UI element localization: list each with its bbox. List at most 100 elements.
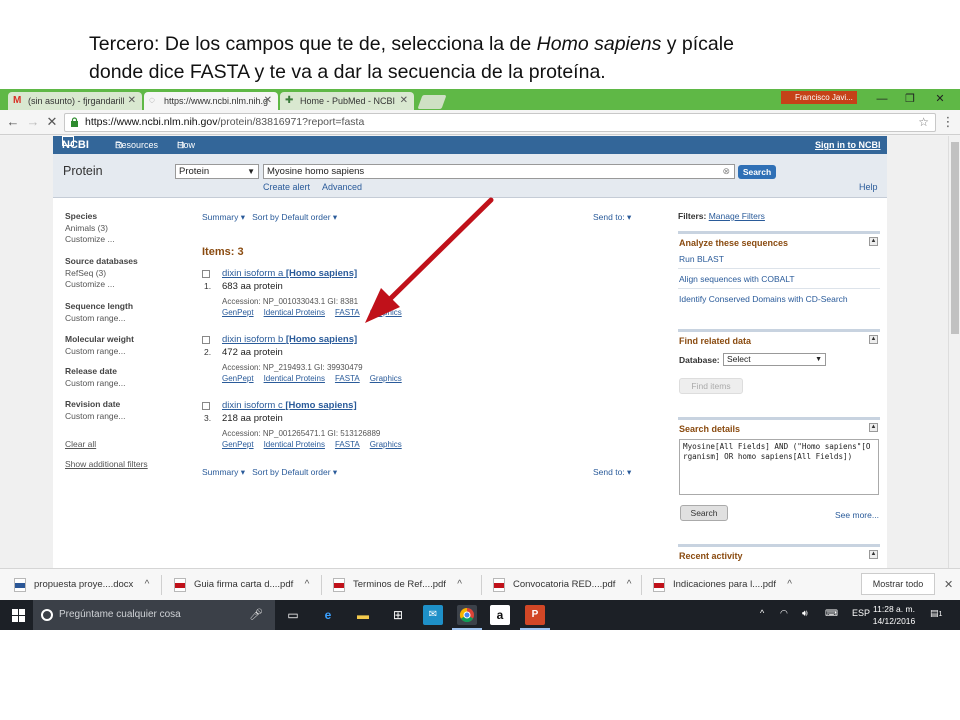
sort-dropdown[interactable]: Sort by Default order ▾ <box>252 467 337 477</box>
genpept-link[interactable]: GenPept <box>222 374 254 383</box>
show-additional-filters-link[interactable]: Show additional filters <box>65 459 148 469</box>
app-icon[interactable]: ✉ <box>423 605 443 625</box>
download-item[interactable]: Indicaciones para l....pdf ^ <box>651 576 792 594</box>
identical-proteins-link[interactable]: Identical Proteins <box>264 440 325 449</box>
chevron-up-icon[interactable]: ^ <box>305 576 310 594</box>
system-clock[interactable]: 11:28 a. m. 14/12/2016 <box>870 603 918 627</box>
keyboard-icon[interactable]: ⌨ <box>825 608 838 619</box>
wifi-icon[interactable]: ◠ <box>780 608 788 619</box>
cobalt-link[interactable]: Align sequences with COBALT <box>679 274 795 284</box>
result-title-link[interactable]: dixin isoform c [Homo sapiens] <box>222 400 357 411</box>
facet-customize[interactable]: Customize ... <box>65 234 115 244</box>
menu-kebab-icon[interactable]: ⋮ <box>941 115 955 129</box>
graphics-link[interactable]: Graphics <box>370 308 402 317</box>
search-details-textarea[interactable]: Myosine[All Fields] AND ("Homo sapiens"[… <box>679 439 879 495</box>
search-button[interactable]: Search <box>738 165 776 179</box>
result-checkbox[interactable] <box>202 402 210 410</box>
collapse-icon[interactable]: ▲ <box>869 423 878 432</box>
collapse-icon[interactable]: ▲ <box>869 335 878 344</box>
windows-start-icon[interactable] <box>12 609 25 622</box>
microphone-icon[interactable]: 🎤︎ <box>249 600 263 630</box>
scrollbar-thumb[interactable] <box>951 142 959 334</box>
cd-search-link[interactable]: Identify Conserved Domains with CD-Searc… <box>679 294 848 304</box>
chevron-up-icon[interactable]: ^ <box>627 576 632 594</box>
result-checkbox[interactable] <box>202 336 210 344</box>
profile-badge[interactable]: Francisco Javi... <box>781 91 857 104</box>
find-items-button[interactable]: Find items <box>679 378 743 394</box>
result-title-link[interactable]: dixin isoform a [Homo sapiens] <box>222 268 357 279</box>
download-item[interactable]: propuesta proye....docx ^ <box>12 576 149 594</box>
facet-item[interactable]: Animals (3) <box>65 223 108 233</box>
store-icon[interactable]: ⊞ <box>388 605 408 625</box>
run-blast-link[interactable]: Run BLAST <box>679 254 724 264</box>
chevron-up-icon[interactable]: ^ <box>787 576 792 594</box>
address-bar[interactable]: https://www.ncbi.nlm.nih.gov/protein/838… <box>64 113 936 132</box>
collapse-icon[interactable]: ▲ <box>869 550 878 559</box>
tab-ncbi-protein[interactable]: ◌ https://www.ncbi.nlm.nih.g ✕ <box>144 92 278 110</box>
manage-filters-link[interactable]: Manage Filters <box>709 211 765 221</box>
related-database-select[interactable]: Select ▼ <box>723 353 826 366</box>
graphics-link[interactable]: Graphics <box>370 440 402 449</box>
clear-input-icon[interactable]: ⊗ <box>722 165 730 178</box>
stop-icon[interactable]: ✕ <box>45 115 59 129</box>
file-explorer-icon[interactable]: ▬ <box>353 605 373 625</box>
sign-in-link[interactable]: Sign in to NCBI <box>815 136 881 154</box>
powerpoint-icon[interactable]: P <box>525 605 545 625</box>
back-arrow-icon[interactable]: ← <box>6 115 20 129</box>
new-tab-button[interactable] <box>417 95 447 109</box>
fasta-link[interactable]: FASTA <box>335 308 360 317</box>
facet-custom-range[interactable]: Custom range... <box>65 411 125 421</box>
fasta-link[interactable]: FASTA <box>335 374 360 383</box>
see-more-link[interactable]: See more... <box>835 510 879 520</box>
advanced-search-link[interactable]: Advanced <box>322 182 362 192</box>
download-item[interactable]: Guia firma carta d....pdf ^ <box>172 576 309 594</box>
show-all-downloads-button[interactable]: Mostrar todo <box>861 573 935 595</box>
send-to-dropdown[interactable]: Send to: ▾ <box>593 467 631 478</box>
tray-chevron-icon[interactable]: ^ <box>760 608 764 618</box>
chrome-icon[interactable] <box>457 605 477 625</box>
edge-icon[interactable]: e <box>318 605 338 625</box>
sort-dropdown[interactable]: Sort by Default order ▾ <box>252 212 337 222</box>
clear-all-link[interactable]: Clear all <box>65 439 96 449</box>
volume-icon[interactable]: 🔊︎ <box>802 608 808 619</box>
chevron-up-icon[interactable]: ^ <box>145 576 150 594</box>
notification-center-icon[interactable]: ▤1 <box>930 608 942 619</box>
language-indicator[interactable]: ESP <box>852 608 870 618</box>
close-shelf-icon[interactable]: ✕ <box>944 578 953 591</box>
facet-custom-range[interactable]: Custom range... <box>65 313 125 323</box>
help-link[interactable]: Help <box>859 182 878 192</box>
summary-dropdown[interactable]: Summary ▾ <box>202 212 245 222</box>
download-item[interactable]: Convocatoria RED....pdf ^ <box>491 576 631 594</box>
close-icon[interactable]: ✕ <box>264 92 272 110</box>
identical-proteins-link[interactable]: Identical Proteins <box>264 374 325 383</box>
amazon-icon[interactable]: a <box>490 605 510 625</box>
summary-dropdown[interactable]: Summary ▾ <box>202 467 245 477</box>
tab-pubmed[interactable]: ✚ Home - PubMed - NCBI ✕ <box>280 92 414 110</box>
cortana-search-box[interactable]: Pregúntame cualquier cosa 🎤︎ <box>33 600 275 630</box>
details-search-button[interactable]: Search <box>680 505 728 521</box>
result-title-link[interactable]: dixin isoform b [Homo sapiens] <box>222 334 357 345</box>
fasta-link[interactable]: FASTA <box>335 440 360 449</box>
facet-custom-range[interactable]: Custom range... <box>65 378 125 388</box>
tab-gmail[interactable]: M (sin asunto) - fjrgandarill ✕ <box>8 92 142 110</box>
forward-arrow-icon[interactable]: → <box>26 115 40 129</box>
minimize-icon[interactable]: — <box>872 92 892 106</box>
window-close-icon[interactable]: ✕ <box>930 92 950 106</box>
collapse-icon[interactable]: ▲ <box>869 237 878 246</box>
close-icon[interactable]: ✕ <box>400 92 408 110</box>
task-view-icon[interactable]: ▭ <box>283 605 303 625</box>
send-to-dropdown[interactable]: Send to: ▾ <box>593 212 631 223</box>
genpept-link[interactable]: GenPept <box>222 440 254 449</box>
bookmark-star-icon[interactable]: ☆ <box>918 114 929 131</box>
result-checkbox[interactable] <box>202 270 210 278</box>
search-term-input[interactable]: Myosine homo sapiens ⊗ <box>263 164 735 179</box>
create-alert-link[interactable]: Create alert <box>263 182 310 192</box>
close-icon[interactable]: ✕ <box>128 92 136 110</box>
facet-customize[interactable]: Customize ... <box>65 279 115 289</box>
database-select[interactable]: Protein ▼ <box>175 164 259 179</box>
facet-custom-range[interactable]: Custom range... <box>65 346 125 356</box>
facet-item[interactable]: RefSeq (3) <box>65 268 106 278</box>
download-item[interactable]: Terminos de Ref....pdf ^ <box>331 576 462 594</box>
vertical-scrollbar[interactable] <box>948 136 960 568</box>
identical-proteins-link[interactable]: Identical Proteins <box>264 308 325 317</box>
